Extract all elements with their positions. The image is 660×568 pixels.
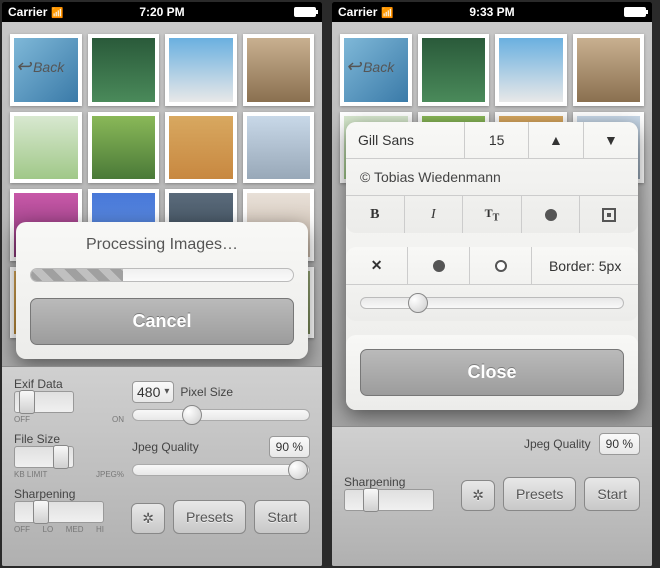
carrier-label: Carrier [8,5,47,19]
gear-icon: ✲ [142,510,154,526]
border-none-button[interactable] [346,247,408,284]
presets-button[interactable]: Presets [503,477,576,511]
font-size-field[interactable]: 15 [465,122,529,158]
text-style-panel: Gill Sans 15 © Tobias Wiedenmann B I TT [346,122,638,410]
filled-circle-icon [433,260,445,272]
cancel-button[interactable]: Cancel [30,298,294,345]
font-size-down[interactable] [584,122,638,158]
status-time: 7:20 PM [111,5,214,19]
text-bg-button[interactable] [580,196,638,233]
battery-icon [294,7,316,17]
jpeg-value[interactable]: 90 % [599,433,640,455]
sharpen-slider[interactable] [344,489,434,511]
settings-panel: Jpeg Quality 90 % Sharpening ✲ Presets S… [332,426,652,566]
settings-panel: Exif Data OFFON 480 ▾ Pixel Size File Si… [2,366,322,566]
jpeg-slider[interactable] [132,464,310,476]
border-slider[interactable] [360,297,624,309]
text-case-icon: TT [485,206,500,223]
gear-icon: ✲ [472,487,484,503]
close-button[interactable]: Close [360,349,624,396]
battery-icon [624,7,646,17]
start-button[interactable]: Start [254,500,310,534]
thumbnail[interactable] [495,34,567,106]
start-button[interactable]: Start [584,477,640,511]
thumbnail[interactable] [573,34,645,106]
pixel-label: Pixel Size [180,385,233,399]
thumbnail[interactable] [418,34,490,106]
filesize-label: File Size [14,432,124,446]
text-color-button[interactable] [522,196,581,233]
font-size-up[interactable] [529,122,584,158]
exif-toggle[interactable] [14,391,74,413]
jpeg-label: Jpeg Quality [132,440,199,454]
border-outline-button[interactable] [470,247,532,284]
font-name-field[interactable]: Gill Sans [346,122,465,158]
outline-circle-icon [495,260,507,272]
sharpen-label: Sharpening [14,487,123,501]
phone-left: Carrier 7:20 PM Back Process [2,2,322,566]
inset-square-icon [602,208,616,222]
triangle-up-icon [549,132,563,148]
border-size-label: Border: 5px [532,247,638,284]
status-bar: Carrier 9:33 PM [332,2,652,22]
presets-button[interactable]: Presets [173,500,246,534]
phone-right: Carrier 9:33 PM Back Gill Sans 15 [332,2,652,566]
processing-modal: Processing Images… Cancel [16,222,308,359]
text-case-button[interactable]: TT [463,196,522,233]
sharpen-label: Sharpening [344,475,453,489]
jpeg-value[interactable]: 90 % [269,436,310,458]
pixel-size-stepper[interactable]: 480 ▾ [132,381,174,403]
carrier-label: Carrier [338,5,377,19]
back-button[interactable]: Back [16,56,64,77]
wifi-icon [51,5,63,19]
filled-circle-icon [545,209,557,221]
pixel-slider[interactable] [132,409,310,421]
settings-button[interactable]: ✲ [131,503,165,534]
progress-bar [30,268,294,282]
bold-button[interactable]: B [346,196,405,233]
wifi-icon [381,5,393,19]
italic-button[interactable]: I [405,196,464,233]
triangle-down-icon [604,132,618,148]
status-time: 9:33 PM [441,5,544,19]
border-solid-button[interactable] [408,247,470,284]
settings-button[interactable]: ✲ [461,480,495,511]
back-button[interactable]: Back [346,56,394,77]
jpeg-label: Jpeg Quality [524,437,591,451]
sharpen-slider[interactable] [14,501,104,523]
modal-title: Processing Images… [30,236,294,254]
filesize-toggle[interactable] [14,446,74,468]
credit-text-field[interactable]: © Tobias Wiedenmann [346,159,638,195]
exif-label: Exif Data [14,377,124,391]
status-bar: Carrier 7:20 PM [2,2,322,22]
x-icon [371,257,383,274]
